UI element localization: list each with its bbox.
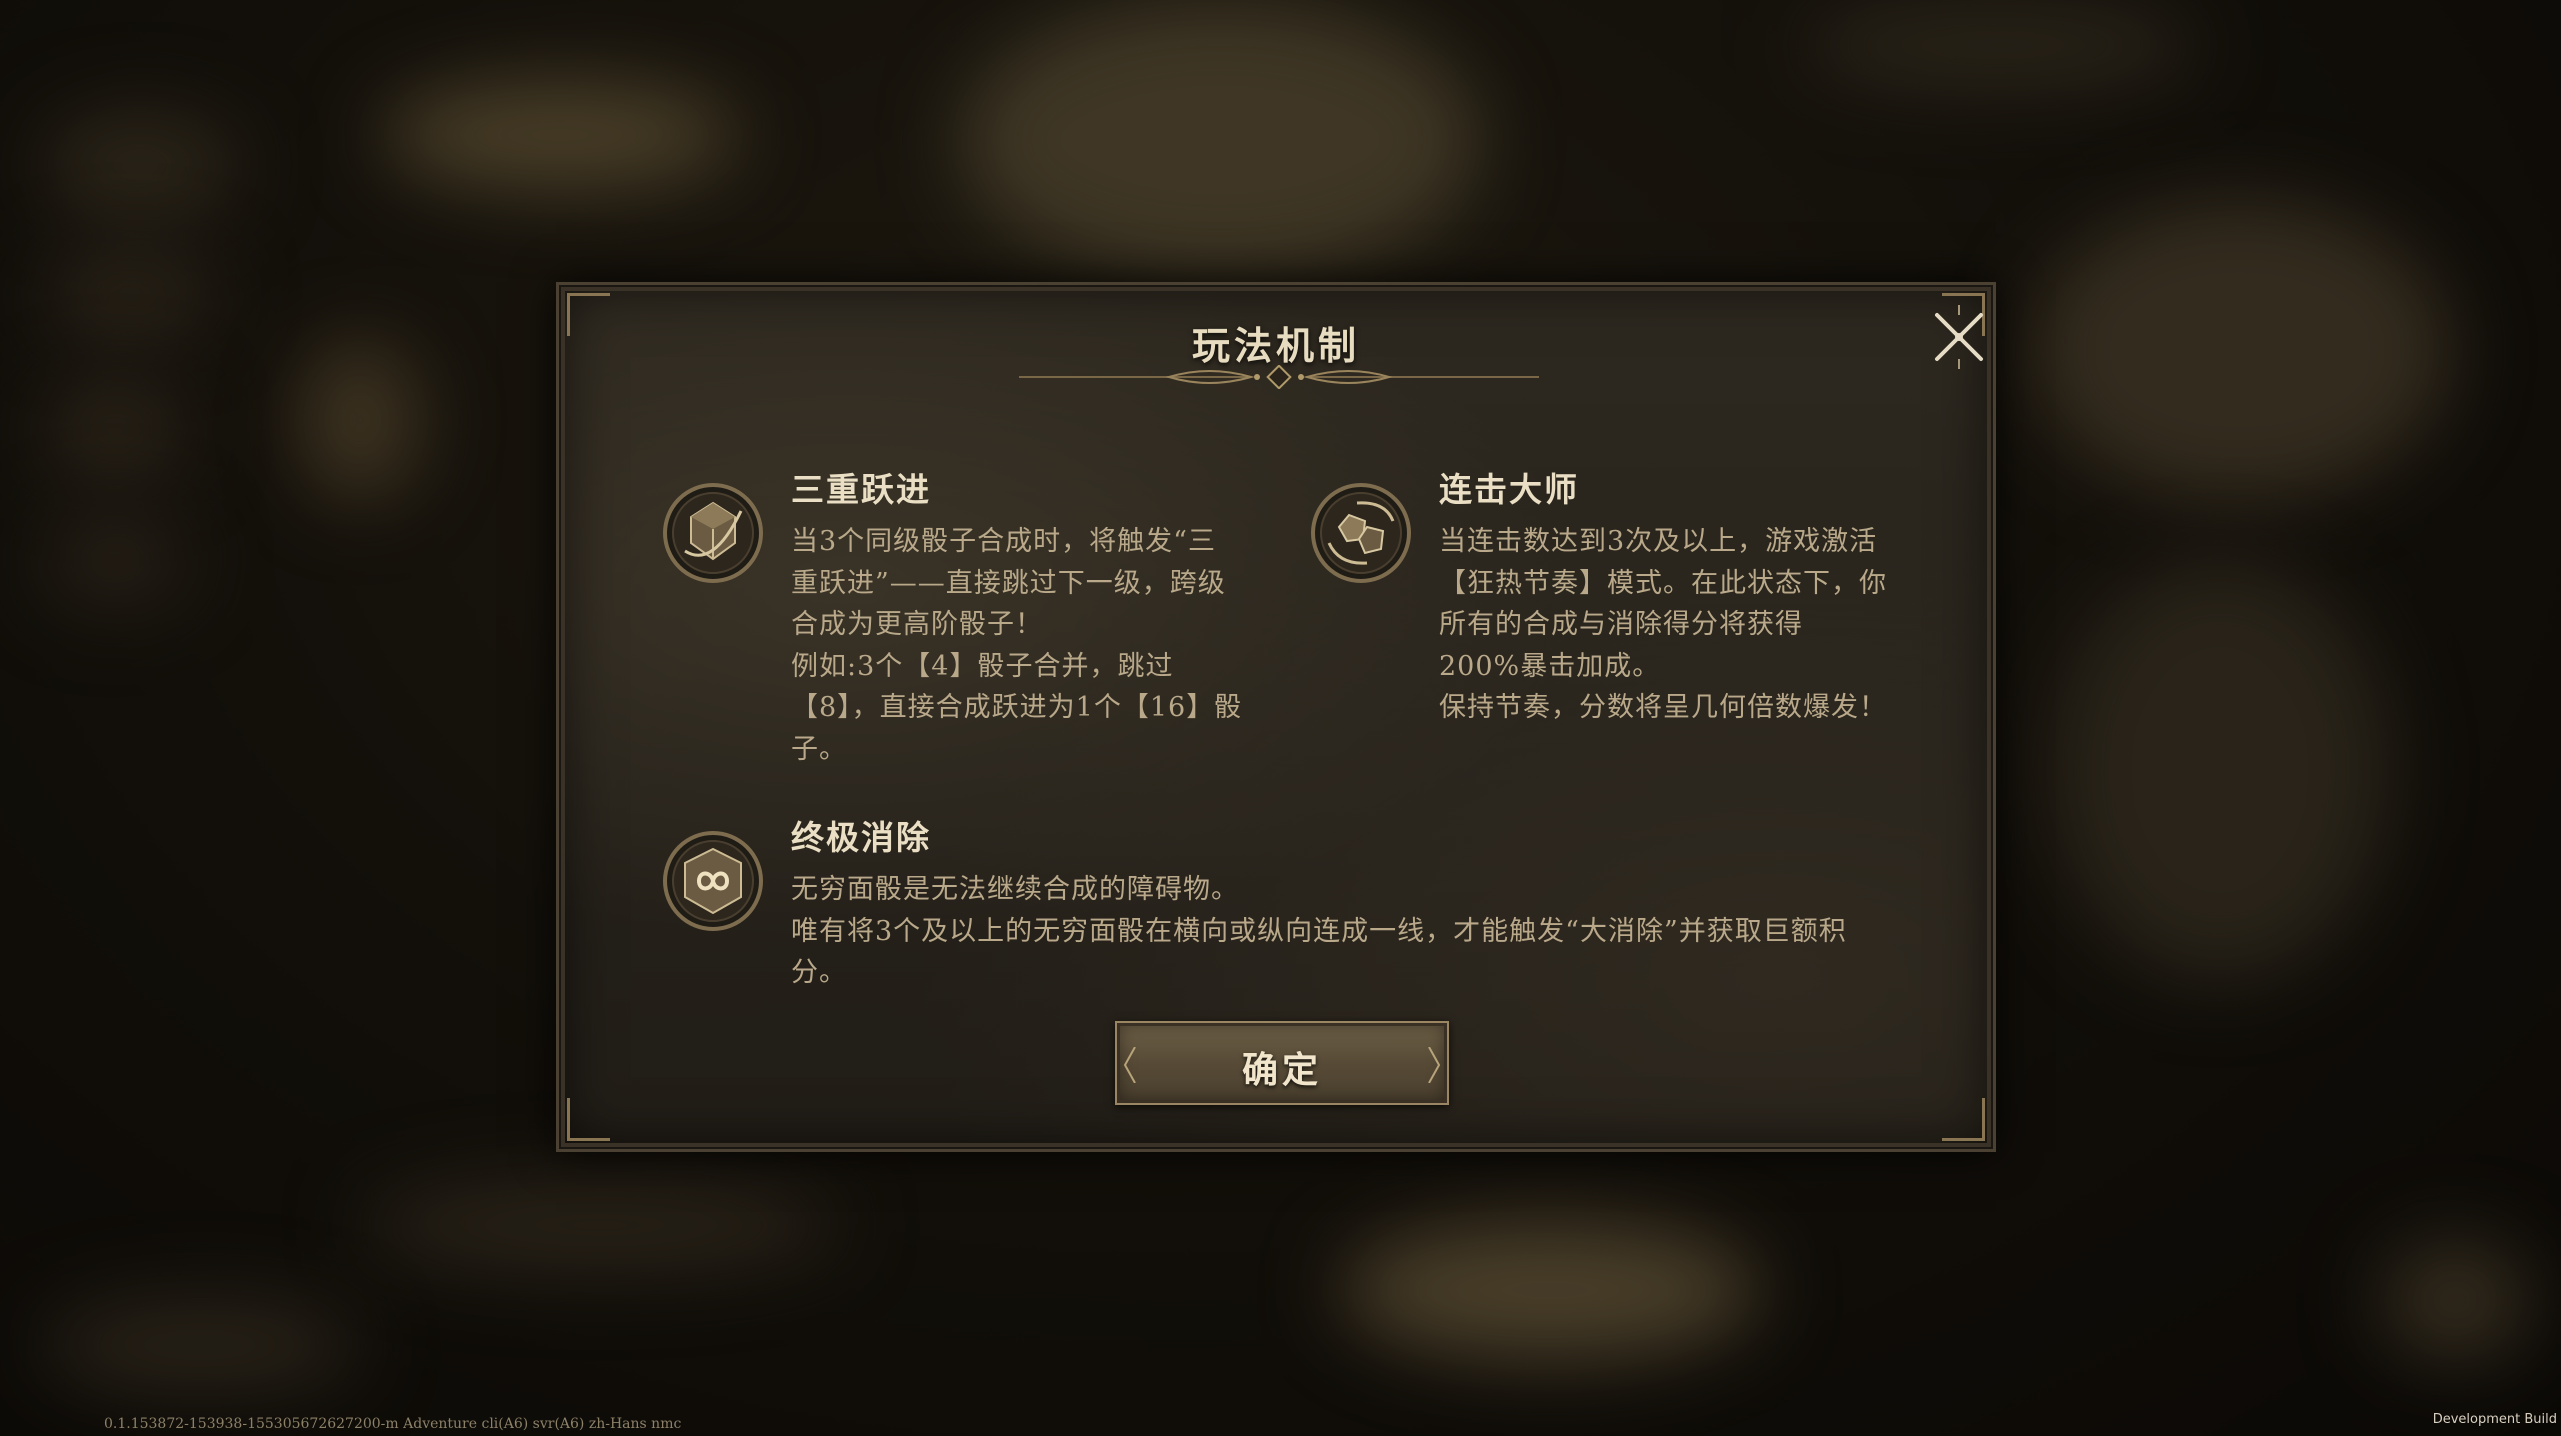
- description-line: 【8】，直接合成跃进为1个【16】骰: [791, 692, 1243, 723]
- title-ornament: [1019, 365, 1539, 389]
- description-line: 当3个同级骰子合成时，将触发“三: [791, 526, 1216, 557]
- description-line: 无穷面骰是无法继续合成的障碍物。: [791, 874, 1239, 905]
- mechanic-description: 当连击数达到3次及以上，游戏激活 【狂热节奏】模式。在此状态下，你 所有的合成与…: [1439, 521, 1959, 729]
- description-line: 例如:3个【4】骰子合并，跳过: [791, 650, 1174, 682]
- description-line: 当连击数达到3次及以上，游戏激活: [1439, 526, 1878, 557]
- development-build-label: Development Build: [2432, 1412, 2557, 1427]
- mechanic-description: 无穷面骰是无法继续合成的障碍物。 唯有将3个及以上的无穷面骰在横向或纵向连成一线…: [791, 869, 1941, 994]
- mechanic-description: 当3个同级骰子合成时，将触发“三 重跃进”——直接跳过下一级，跨级 合成为更高阶…: [791, 521, 1311, 770]
- description-line: 保持节奏，分数将呈几何倍数爆发！: [1439, 692, 1887, 723]
- build-info-text: 0.1.153872-153938-1553056726272​00-m Adv…: [104, 1416, 682, 1432]
- description-line: 所有的合成与消除得分将获得: [1439, 609, 1803, 640]
- game-mechanics-dialog: 玩法机制 三重跃进 当3个同级骰子合成时，将触发“三 重跃进”——直接跳过下一级…: [556, 282, 1996, 1152]
- description-line: 分。: [791, 957, 847, 988]
- description-line: 子。: [791, 733, 847, 765]
- frame-corner: [567, 1098, 610, 1141]
- mechanic-title: 连击大师: [1439, 470, 1579, 509]
- combo-dice-icon: [1311, 483, 1411, 583]
- dialog-title: 玩法机制: [1191, 323, 1360, 368]
- close-button[interactable]: [1923, 301, 1995, 373]
- description-line: 合成为更高阶骰子！: [791, 609, 1043, 640]
- game-screen: 玩法机制 三重跃进 当3个同级骰子合成时，将触发“三 重跃进”——直接跳过下一级…: [0, 0, 2561, 1436]
- description-line: 200%暴击加成。: [1439, 650, 1661, 682]
- description-line: 【狂热节奏】模式。在此状态下，你: [1439, 567, 1887, 599]
- frame-corner: [1942, 1098, 1985, 1141]
- confirm-button[interactable]: 确定: [1115, 1021, 1449, 1105]
- infinity-dice-icon: [663, 831, 763, 931]
- close-x-icon: [1935, 305, 1983, 369]
- mechanic-title: 终极消除: [791, 818, 931, 857]
- description-line: 唯有将3个及以上的无穷面骰在横向或纵向连成一线，才能触发“大消除”并获取巨额积: [791, 915, 1847, 947]
- description-line: 重跃进”——直接跳过下一级，跨级: [791, 567, 1226, 599]
- confirm-button-label: 确定: [1241, 1049, 1322, 1091]
- stacked-dice-icon: [663, 483, 763, 583]
- mechanic-title: 三重跃进: [791, 470, 931, 509]
